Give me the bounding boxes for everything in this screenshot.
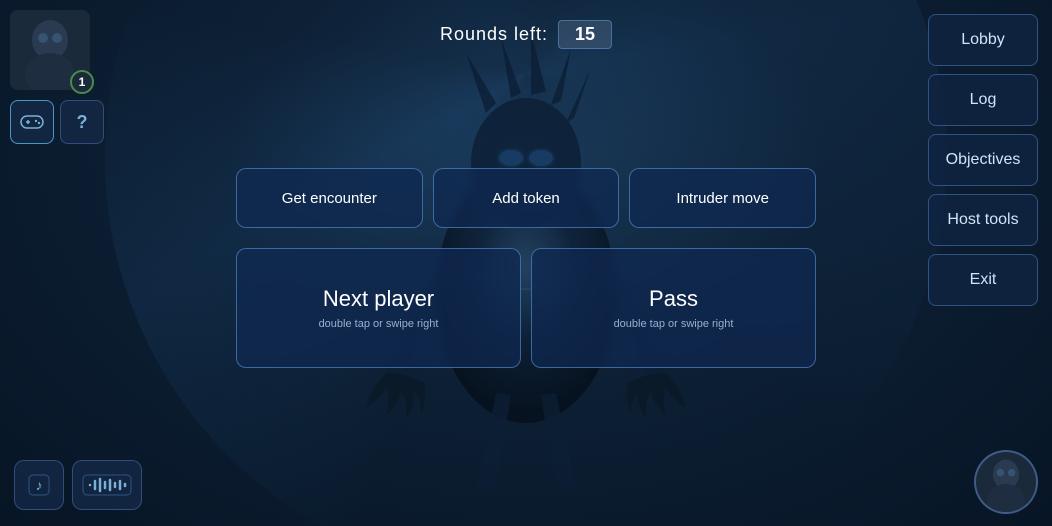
bottom-icon-buttons: ♪ [14, 460, 142, 510]
bottom-right-avatar[interactable] [974, 450, 1038, 514]
help-button[interactable]: ? [60, 100, 104, 144]
help-icon: ? [77, 112, 88, 133]
top-icon-buttons: ? [10, 100, 104, 144]
gamepad-button[interactable] [10, 100, 54, 144]
host-tools-button[interactable]: Host tools [928, 194, 1038, 246]
exit-button[interactable]: Exit [928, 254, 1038, 306]
rounds-display: Rounds left: 15 [440, 20, 612, 49]
action-row-top: Get encounter Add token Intruder move [236, 168, 816, 228]
add-token-button[interactable]: Add token [433, 168, 620, 228]
intruder-move-button[interactable]: Intruder move [629, 168, 816, 228]
rounds-label: Rounds left: [440, 24, 548, 45]
sound-wave-button[interactable] [72, 460, 142, 510]
sidebar: Lobby Log Objectives Host tools Exit [928, 14, 1038, 306]
log-button[interactable]: Log [928, 74, 1038, 126]
player-area: 1 ? [10, 10, 104, 144]
get-encounter-button[interactable]: Get encounter [236, 168, 423, 228]
action-row-bottom: Next player double tap or swipe right Pa… [236, 248, 816, 368]
music-button[interactable]: ♪ [14, 460, 64, 510]
lobby-button[interactable]: Lobby [928, 14, 1038, 66]
svg-text:♪: ♪ [36, 477, 43, 493]
rounds-value: 15 [558, 20, 612, 49]
pass-button[interactable]: Pass double tap or swipe right [531, 248, 816, 368]
objectives-button[interactable]: Objectives [928, 134, 1038, 186]
next-player-button[interactable]: Next player double tap or swipe right [236, 248, 521, 368]
player-avatar-container: 1 [10, 10, 90, 90]
player-badge: 1 [70, 70, 94, 94]
